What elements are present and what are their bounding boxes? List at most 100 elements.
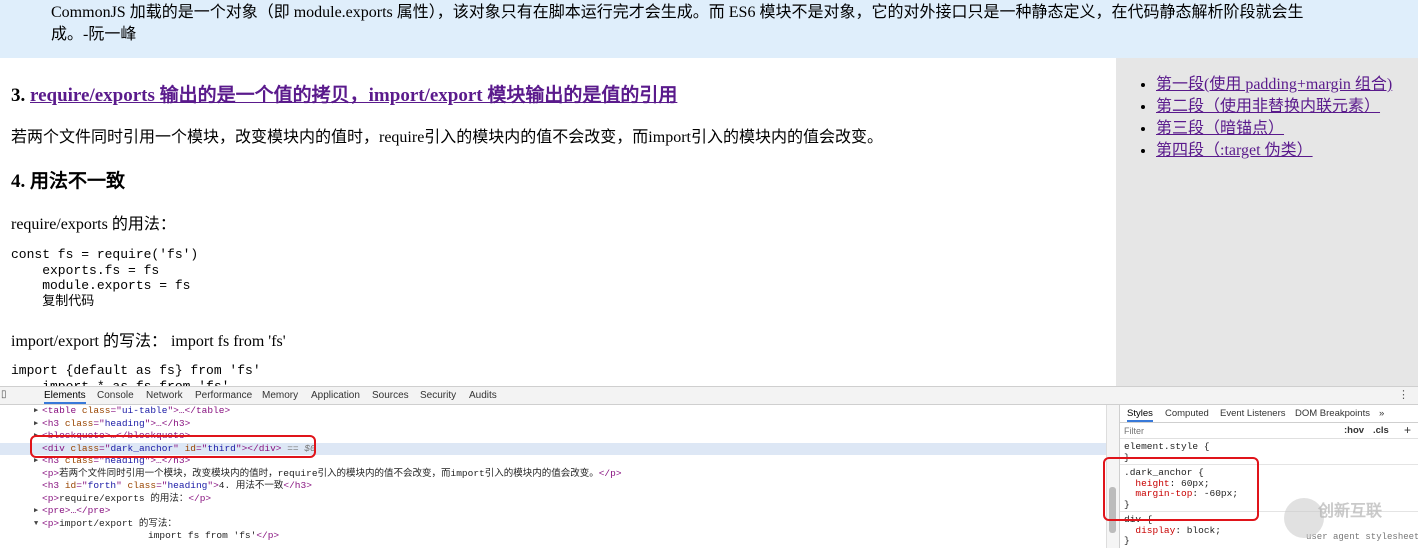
tag-open: <h3 [42, 455, 65, 466]
rule-close: } [1124, 498, 1130, 510]
tab-network[interactable]: Network [146, 390, 183, 401]
tab-dom-breakpoints[interactable]: DOM Breakpoints [1295, 408, 1370, 419]
selected-node-marker: == $0 [281, 442, 316, 454]
tab-console[interactable]: Console [97, 390, 134, 401]
toc-item: 第四段（:target 伪类） [1156, 140, 1418, 162]
elements-scrollbar-thumb[interactable] [1109, 487, 1116, 533]
toc-link-1[interactable]: 第一段(使用 padding+margin 组合) [1156, 76, 1392, 93]
css-value[interactable]: : -60px; [1192, 488, 1238, 499]
table-of-contents: 第一段(使用 padding+margin 组合) 第二段（使用非替换内联元素）… [1116, 58, 1418, 386]
tab-security[interactable]: Security [420, 390, 456, 401]
tab-event-listeners[interactable]: Event Listeners [1220, 408, 1285, 419]
element-style-rule[interactable]: element.style { } [1124, 441, 1210, 463]
tab-computed[interactable]: Computed [1165, 408, 1209, 419]
attr-name: class [81, 405, 111, 416]
attr-name: id [184, 442, 196, 454]
toc-link-4[interactable]: 第四段（:target 伪类） [1156, 142, 1313, 159]
tag-punct: =" [93, 417, 105, 429]
quote-text: CommonJS 加载的是一个对象（即 module.exports 属性），该… [51, 4, 1304, 43]
rule-selector: div { [1124, 514, 1153, 525]
tag-punct: =" [99, 442, 111, 454]
tag-close: </h3> [283, 480, 312, 491]
tag-close: ">…</table> [167, 405, 231, 416]
expand-triangle-icon[interactable]: ▶ [34, 430, 38, 443]
div-user-agent-rule[interactable]: div { display: block; } [1124, 514, 1221, 547]
toc-link-2[interactable]: 第二段（使用非替换内联元素） [1156, 98, 1380, 115]
elements-tree: ▶ <table class="ui-table">…</table> ▶ <h… [0, 405, 1106, 548]
attr-value: dark_anchor [110, 442, 174, 454]
styles-filter-input[interactable] [1124, 425, 1334, 436]
dom-node-row[interactable]: ▼ <p>import/export 的写法： [0, 518, 1106, 531]
heading-section-4: 4. 用法不一致 [11, 171, 126, 192]
tab-application[interactable]: Application [311, 390, 360, 401]
more-tabs-icon[interactable]: » [1379, 408, 1384, 419]
paragraph-value-copy: 若两个文件同时引用一个模块，改变模块内的值时，require引入的模块内的值不会… [11, 129, 883, 146]
expand-triangle-icon[interactable]: ▶ [34, 455, 38, 468]
tag-open: <div [42, 442, 71, 454]
dom-node-row-selected[interactable]: <div class="dark_anchor" id="third"></di… [0, 442, 1106, 455]
rule-selector: .dark_anchor { [1124, 467, 1204, 478]
dom-node-row[interactable]: ▶ <blockquote>…</blockquote> [0, 430, 1106, 443]
tab-audits[interactable]: Audits [469, 390, 497, 401]
dom-node-row[interactable]: ▶ <table class="ui-table">…</table> [0, 405, 1106, 418]
tab-performance[interactable]: Performance [195, 390, 252, 401]
tag-close: </p> [598, 467, 622, 479]
code-block-require: const fs = require('fs') exports.fs = fs… [11, 247, 199, 309]
dark-anchor-rule[interactable]: .dark_anchor { height: 60px; margin-top:… [1124, 467, 1238, 510]
class-toggle[interactable]: .cls [1373, 425, 1389, 436]
more-menu-icon[interactable]: ⋮ [1398, 388, 1409, 401]
tag-punct: =" [156, 480, 168, 491]
devtools-panel: ▯ Elements Console Network Performance M… [0, 386, 1418, 548]
attr-name: class [127, 480, 157, 491]
toc-item: 第三段（暗锚点） [1156, 118, 1418, 140]
node-text: 若两个文件同时引用一个模块，改变模块内的值时，require引入的模块内的值不会… [59, 467, 599, 479]
tag-punct: " [116, 480, 128, 491]
tag-punct: "> [207, 480, 219, 491]
styles-filter-bar: :hov .cls + [1120, 423, 1418, 439]
section-3-link[interactable]: require/exports 输出的是一个值的拷贝，import/export… [30, 85, 677, 106]
tag-open: <table [42, 405, 82, 416]
expand-triangle-icon[interactable]: ▶ [34, 418, 38, 431]
expand-triangle-icon[interactable]: ▶ [34, 405, 38, 418]
rule-close: } [1124, 535, 1130, 546]
attr-value: ui-table [121, 405, 168, 416]
tab-elements[interactable]: Elements [44, 390, 86, 404]
tag-open: <h3 [42, 417, 65, 429]
tab-styles[interactable]: Styles [1127, 408, 1153, 422]
tag-punct: =" [110, 405, 122, 416]
tag-punct: " [173, 442, 185, 454]
css-property[interactable]: margin-top [1135, 488, 1192, 499]
node-text: import fs from 'fs' [148, 530, 257, 541]
dom-node-row[interactable]: <p>若两个文件同时引用一个模块，改变模块内的值时，require引入的模块内的… [0, 468, 1106, 481]
expand-triangle-icon[interactable]: ▶ [34, 505, 38, 518]
toc-item: 第二段（使用非替换内联元素） [1156, 96, 1418, 118]
tag-open: <p> [42, 467, 60, 479]
dom-node-row[interactable]: <h3 id="forth" class="heading">4. 用法不一致<… [0, 480, 1106, 493]
dom-node-row[interactable]: <p>require/exports 的用法：</p> [0, 493, 1106, 506]
attr-value: heading [104, 417, 145, 429]
css-property[interactable]: height [1135, 478, 1169, 489]
dom-node-row[interactable]: ▶ <pre>…</pre> [0, 505, 1106, 518]
web-page: CommonJS 加载的是一个对象（即 module.exports 属性），该… [0, 0, 1418, 386]
devtools-tabbar: ▯ Elements Console Network Performance M… [0, 387, 1418, 405]
collapse-triangle-icon[interactable]: ▼ [34, 518, 38, 531]
css-value[interactable]: : 60px; [1170, 478, 1210, 489]
attr-value: third [207, 442, 236, 454]
styles-pane: Styles Computed Event Listeners DOM Brea… [1119, 405, 1418, 548]
code-block-import: import {default as fs} from 'fs' import … [11, 363, 261, 386]
hover-state-toggle[interactable]: :hov [1344, 425, 1364, 436]
device-toolbar-icon[interactable]: ▯ [1, 389, 7, 400]
dom-node-row[interactable]: ▶ <h3 class="heading">…</h3> [0, 455, 1106, 468]
dom-node-text-row[interactable]: import fs from 'fs'</p> [0, 530, 1106, 543]
paragraph-require-usage: require/exports 的用法： [11, 216, 176, 233]
attr-value: forth [87, 480, 117, 491]
tab-memory[interactable]: Memory [262, 390, 298, 401]
section-number: 3. [11, 85, 30, 106]
css-property: display [1135, 524, 1176, 536]
new-rule-icon[interactable]: + [1404, 423, 1411, 437]
dom-node-row[interactable]: ▶ <h3 class="heading">…</h3> [0, 418, 1106, 431]
tab-sources[interactable]: Sources [372, 390, 409, 401]
toc-link-3[interactable]: 第三段（暗锚点） [1156, 120, 1284, 137]
css-value: : block; [1175, 524, 1221, 536]
attr-value: heading [104, 455, 145, 466]
